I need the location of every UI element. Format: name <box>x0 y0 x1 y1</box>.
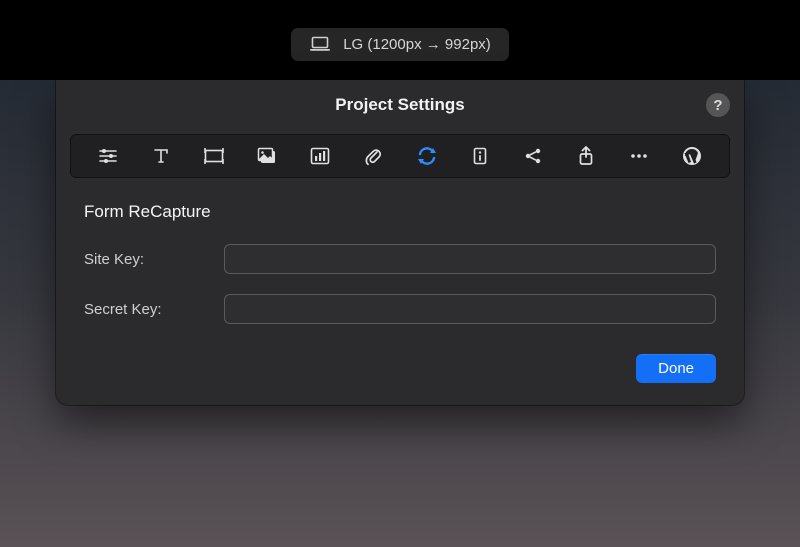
paperclip-icon <box>364 146 382 166</box>
tab-image[interactable] <box>249 138 285 174</box>
wordpress-icon <box>682 146 702 166</box>
section-title: Form ReCapture <box>84 202 716 222</box>
sliders-icon <box>98 147 118 165</box>
refresh-icon <box>416 146 438 166</box>
app-top-bar: LG (1200px → 992px) <box>0 0 800 80</box>
chart-icon <box>310 147 330 165</box>
info-icon <box>472 147 488 165</box>
done-button[interactable]: Done <box>636 354 716 383</box>
project-settings-sheet: Project Settings ? <box>56 80 744 405</box>
frame-icon <box>203 147 225 165</box>
tab-general[interactable] <box>90 138 126 174</box>
tab-typography[interactable] <box>143 138 179 174</box>
tab-recapture[interactable] <box>409 138 445 174</box>
tab-analytics[interactable] <box>302 138 338 174</box>
tab-info[interactable] <box>462 138 498 174</box>
tab-frame[interactable] <box>196 138 232 174</box>
site-key-row: Site Key: <box>84 244 716 274</box>
settings-tabbar <box>70 134 730 178</box>
ellipsis-icon <box>629 152 649 160</box>
site-key-input[interactable] <box>224 244 716 274</box>
secret-key-input[interactable] <box>224 294 716 324</box>
tab-attachments[interactable] <box>355 138 391 174</box>
export-icon <box>578 146 594 166</box>
form-recapture-section: Form ReCapture Site Key: Secret Key: <box>56 178 744 348</box>
sheet-footer: Done <box>56 348 744 383</box>
tab-wordpress[interactable] <box>674 138 710 174</box>
tab-more[interactable] <box>621 138 657 174</box>
secret-key-row: Secret Key: <box>84 294 716 324</box>
sheet-title: Project Settings <box>335 95 464 115</box>
question-icon: ? <box>713 97 722 114</box>
help-button[interactable]: ? <box>706 93 730 117</box>
secret-key-label: Secret Key: <box>84 301 224 318</box>
breakpoint-selector[interactable]: LG (1200px → 992px) <box>291 28 509 61</box>
share-icon <box>524 147 542 165</box>
sheet-header: Project Settings ? <box>56 80 744 130</box>
breakpoint-label: LG (1200px → 992px) <box>343 36 491 53</box>
tab-export[interactable] <box>568 138 604 174</box>
image-icon <box>257 147 277 165</box>
text-icon <box>152 147 170 165</box>
laptop-icon <box>309 36 331 52</box>
tab-share[interactable] <box>515 138 551 174</box>
site-key-label: Site Key: <box>84 251 224 268</box>
